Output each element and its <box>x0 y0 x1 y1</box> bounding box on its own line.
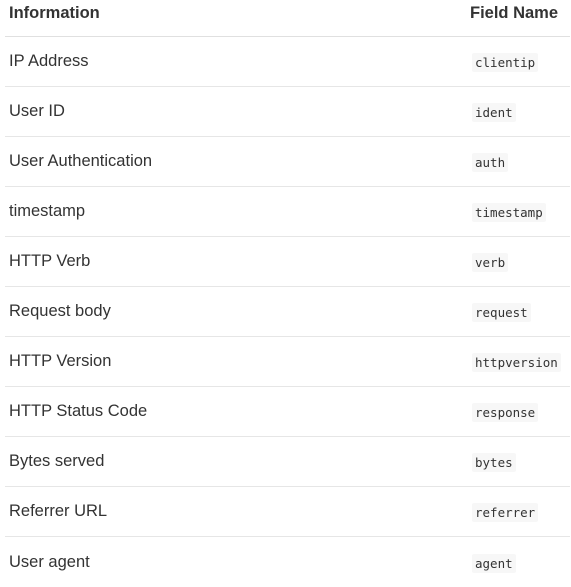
row-field-name: response <box>472 403 539 422</box>
row-information: Bytes served <box>9 452 105 470</box>
table-row: Bytes served bytes <box>5 437 570 487</box>
table-row: HTTP Verb verb <box>5 237 570 287</box>
table-row: timestamp timestamp <box>5 187 570 237</box>
table-row: HTTP Status Code response <box>5 387 570 437</box>
row-information: HTTP Verb <box>9 252 91 270</box>
row-information: Request body <box>9 302 111 320</box>
row-field-name: auth <box>472 153 509 172</box>
row-field-name: referrer <box>472 503 539 522</box>
row-information: User agent <box>9 552 90 571</box>
row-field-name: request <box>472 303 531 322</box>
table-row: User ID ident <box>5 87 570 137</box>
row-field-name: clientip <box>472 53 539 72</box>
row-field-name: timestamp <box>472 203 546 222</box>
row-field-name: bytes <box>472 453 516 472</box>
table-row: User agent agent <box>5 537 570 587</box>
row-information: Referrer URL <box>9 502 108 520</box>
table-row: IP Address clientip <box>5 37 570 87</box>
row-information: User ID <box>9 102 65 120</box>
row-information: HTTP Version <box>9 352 112 370</box>
table-row: Referrer URL referrer <box>5 487 570 537</box>
row-information: User Authentication <box>9 152 153 170</box>
field-mapping-table: Information Field Name IP Address client… <box>5 0 570 587</box>
row-field-name: ident <box>472 103 516 122</box>
table-row: HTTP Version httpversion <box>5 337 570 387</box>
table-row: User Authentication auth <box>5 137 570 187</box>
header-field-name: Field Name <box>470 4 559 22</box>
row-field-name: verb <box>472 253 509 272</box>
row-information: timestamp <box>9 202 86 220</box>
table-row: Request body request <box>5 287 570 337</box>
table-header: Information Field Name <box>5 0 570 37</box>
row-field-name: agent <box>472 553 516 573</box>
row-information: HTTP Status Code <box>9 402 148 420</box>
row-information: IP Address <box>9 52 89 70</box>
header-information: Information <box>9 4 100 22</box>
row-field-name: httpversion <box>472 353 561 372</box>
